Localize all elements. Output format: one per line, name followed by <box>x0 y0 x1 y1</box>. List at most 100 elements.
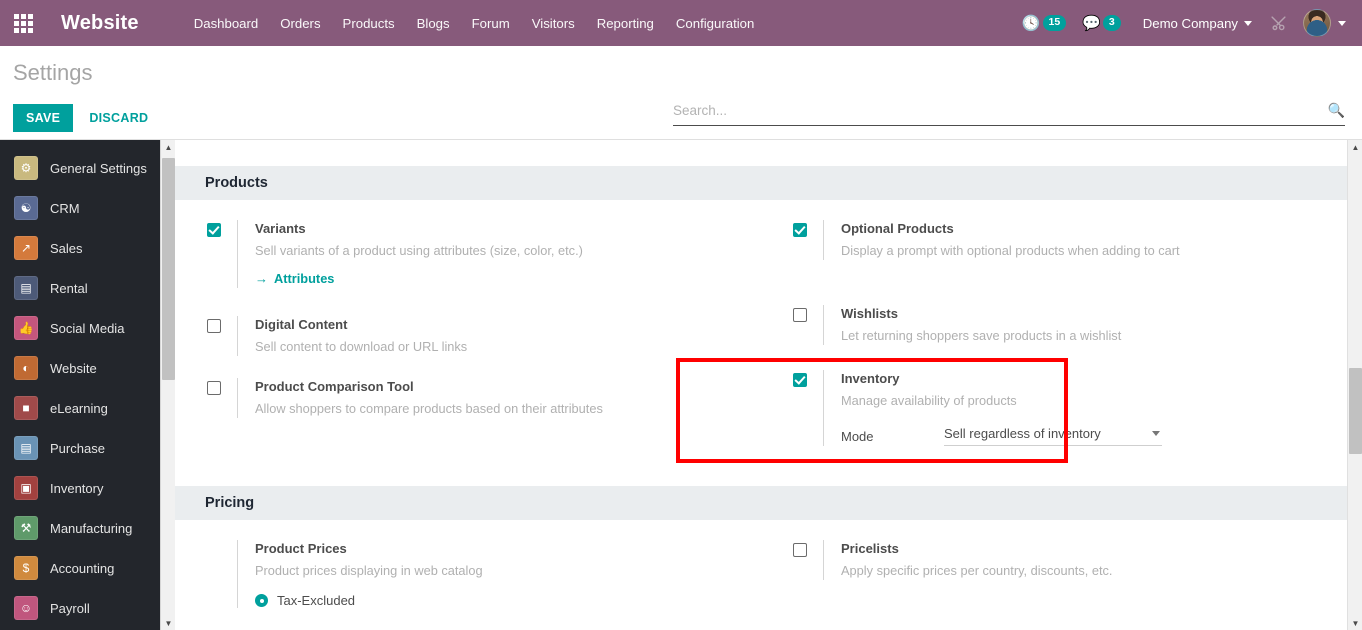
menu-item-products[interactable]: Products <box>332 10 406 37</box>
search-bar[interactable]: 🔍 <box>673 102 1345 126</box>
sidebar-item-elearning[interactable]: ■ eLearning <box>0 388 175 428</box>
setting-description: Let returning shoppers save products in … <box>841 327 1122 343</box>
optional-products-checkbox[interactable] <box>793 223 807 237</box>
messaging-menu-button[interactable]: 💬 3 <box>1074 0 1129 46</box>
sidebar-item-label: Payroll <box>50 600 90 616</box>
menu-item-forum[interactable]: Forum <box>461 10 521 37</box>
globe-icon: ◐ <box>14 356 38 380</box>
action-buttons: SAVE DISCARD <box>13 104 158 132</box>
setting-title: Product Comparison Tool <box>255 379 414 395</box>
tax-excluded-label: Tax-Excluded <box>277 593 356 609</box>
attributes-link-label: Attributes <box>274 271 335 287</box>
pricelists-checkbox[interactable] <box>793 543 807 558</box>
setting-description: Sell variants of a product using attribu… <box>255 242 583 258</box>
sidebar-item-purchase[interactable]: ▤ Purchase <box>0 428 175 468</box>
developer-tools-button[interactable] <box>1260 15 1297 32</box>
messages-count-badge: 3 <box>1102 14 1121 32</box>
setting-title: Product Prices <box>255 541 347 557</box>
inventory-mode-select[interactable]: Sell regardless of inventory <box>944 426 1162 447</box>
setting-wishlists: Wishlists Let returning shoppers save pr… <box>779 270 1347 355</box>
thumbs-up-icon: 👍 <box>14 316 38 340</box>
setting-inventory: Inventory Manage availability of product… <box>779 355 1347 456</box>
avatar <box>1303 9 1331 37</box>
tax-excluded-radio[interactable] <box>255 594 268 608</box>
content-scrollbar-thumb[interactable] <box>1349 368 1362 454</box>
sidebar-item-crm[interactable]: ☯ CRM <box>0 188 175 228</box>
scroll-up-arrow-icon[interactable]: ▲ <box>1348 140 1362 154</box>
setting-pricelists: Pricelists Apply specific prices per cou… <box>779 532 1347 590</box>
setting-title: Pricelists <box>841 541 899 557</box>
settings-scroll-area: Products Variants Sell variants of a pro… <box>175 140 1347 630</box>
sidebar-item-payroll[interactable]: ☺ Payroll <box>0 588 175 628</box>
sidebar-item-general-settings[interactable]: ⚙ General Settings <box>0 148 175 188</box>
sidebar-app-list: ⚙ General Settings ☯ CRM ↗ Sales ▤ Renta… <box>0 140 175 628</box>
search-icon[interactable]: 🔍 <box>1320 102 1345 119</box>
save-button[interactable]: SAVE <box>13 104 74 132</box>
menu-item-orders[interactable]: Orders <box>269 10 331 37</box>
chevron-down-icon <box>1152 431 1160 437</box>
sidebar-item-label: Inventory <box>50 480 104 496</box>
products-right-column: Optional Products Display a prompt with … <box>761 212 1347 456</box>
menu-item-visitors[interactable]: Visitors <box>521 10 586 37</box>
main-menu: Dashboard Orders Products Blogs Forum Vi… <box>183 10 766 37</box>
discard-button[interactable]: DISCARD <box>79 104 158 132</box>
card-icon: ▤ <box>14 436 38 460</box>
sidebar-item-label: CRM <box>50 200 80 216</box>
product-prices-checkbox-placeholder <box>207 543 221 557</box>
sidebar-item-sales[interactable]: ↗ Sales <box>0 228 175 268</box>
sidebar-scrollbar-thumb[interactable] <box>162 158 175 380</box>
sidebar-item-label: eLearning <box>50 400 108 416</box>
menu-item-configuration[interactable]: Configuration <box>665 10 765 37</box>
digital-content-checkbox[interactable] <box>207 319 221 334</box>
arrow-right-icon: → <box>255 271 268 287</box>
wrench-screwdriver-icon <box>1271 15 1286 30</box>
pricing-settings-grid: Product Prices Product prices displaying… <box>175 520 1347 618</box>
variants-checkbox[interactable] <box>207 223 221 237</box>
control-panel: Settings SAVE DISCARD 🔍 <box>0 46 1362 140</box>
setting-description: Product prices displaying in web catalog <box>255 562 483 578</box>
sidebar-item-accounting[interactable]: $ Accounting <box>0 548 175 588</box>
sidebar-item-website[interactable]: ◐ Website <box>0 348 175 388</box>
company-name: Demo Company <box>1142 15 1238 31</box>
handshake-icon: ☯ <box>14 196 38 220</box>
tax-excluded-radio-row[interactable]: Tax-Excluded <box>255 593 747 608</box>
settings-content: Products Variants Sell variants of a pro… <box>175 140 1362 630</box>
calendar-icon: ▤ <box>14 276 38 300</box>
sidebar-item-rental[interactable]: ▤ Rental <box>0 268 175 308</box>
wishlists-checkbox[interactable] <box>793 308 807 323</box>
user-menu-button[interactable] <box>1297 9 1356 37</box>
sidebar-item-social-media[interactable]: 👍 Social Media <box>0 308 175 348</box>
chart-up-icon: ↗ <box>14 236 38 260</box>
settings-sidebar: ⚙ General Settings ☯ CRM ↗ Sales ▤ Renta… <box>0 140 175 630</box>
setting-product-prices: Product Prices Product prices displaying… <box>193 532 761 618</box>
company-switcher[interactable]: Demo Company <box>1129 16 1260 31</box>
content-scrollbar[interactable]: ▲ ▼ <box>1347 140 1362 630</box>
scroll-down-arrow-icon[interactable]: ▼ <box>161 616 175 630</box>
setting-title: Inventory <box>841 371 900 387</box>
sidebar-scrollbar[interactable]: ▲ ▼ <box>160 140 175 630</box>
top-navigation-bar: Website Dashboard Orders Products Blogs … <box>0 0 1362 46</box>
app-brand-title[interactable]: Website <box>61 12 139 35</box>
search-input[interactable] <box>673 103 1320 118</box>
clock-icon: 🕓 <box>1021 14 1041 32</box>
apps-grid-icon[interactable] <box>0 0 46 46</box>
menu-item-blogs[interactable]: Blogs <box>406 10 461 37</box>
scroll-up-arrow-icon[interactable]: ▲ <box>161 140 175 154</box>
inventory-checkbox[interactable] <box>793 373 807 388</box>
sidebar-item-inventory[interactable]: ▣ Inventory <box>0 468 175 508</box>
sidebar-item-label: Purchase <box>50 440 105 456</box>
sidebar-item-label: Accounting <box>50 560 115 576</box>
menu-item-dashboard[interactable]: Dashboard <box>183 10 270 37</box>
setting-description: Manage availability of products <box>841 392 1017 408</box>
invoice-icon: $ <box>14 556 38 580</box>
setting-optional-products: Optional Products Display a prompt with … <box>779 212 1347 270</box>
scroll-down-arrow-icon[interactable]: ▼ <box>1348 616 1362 630</box>
sidebar-item-manufacturing[interactable]: ⚒ Manufacturing <box>0 508 175 548</box>
inventory-mode-value: Sell regardless of inventory <box>944 426 1101 442</box>
product-comparison-tool-checkbox[interactable] <box>207 381 221 396</box>
menu-item-reporting[interactable]: Reporting <box>586 10 665 37</box>
activity-menu-button[interactable]: 🕓 15 <box>1014 0 1074 46</box>
sidebar-item-label: Rental <box>50 280 88 296</box>
attributes-link[interactable]: → Attributes <box>255 271 334 286</box>
chat-bubble-icon: 💬 <box>1082 14 1101 32</box>
